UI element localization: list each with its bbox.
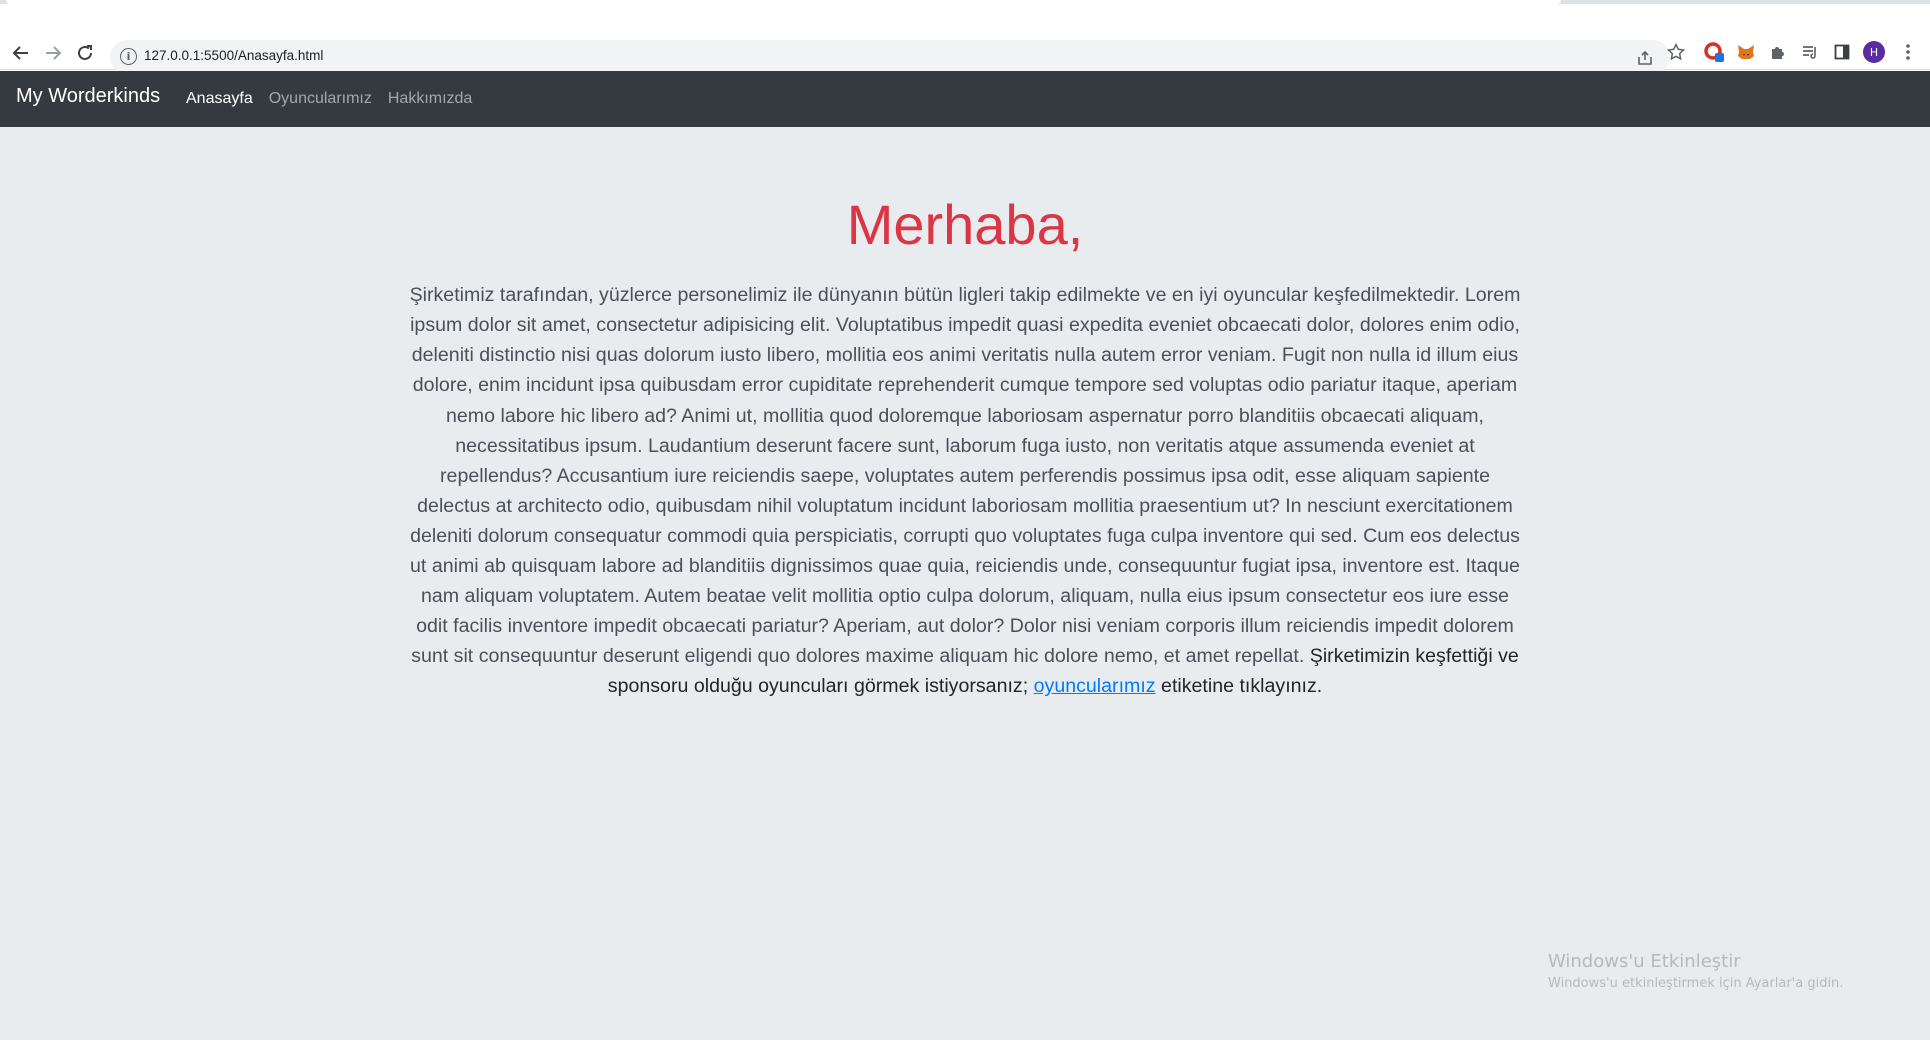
watermark-title: Windows'u Etkinleştir <box>1548 951 1741 972</box>
nav-link-oyuncularimiz[interactable]: Oyuncularımız <box>269 90 372 108</box>
nav-links: Anasayfa Oyuncularımız Hakkımızda <box>186 90 472 108</box>
star-icon[interactable] <box>1664 40 1688 64</box>
url-text[interactable]: 127.0.0.1:5500/Anasayfa.html <box>144 48 323 63</box>
lead-paragraph: Şirketimiz tarafından, yüzlerce personel… <box>405 280 1525 701</box>
kebab-menu-icon[interactable] <box>1896 40 1920 64</box>
red-extension-icon[interactable] <box>1702 40 1726 64</box>
profile-avatar[interactable]: H <box>1862 40 1886 64</box>
reading-list-icon[interactable] <box>1798 40 1822 64</box>
reload-icon[interactable] <box>70 38 100 68</box>
jumbotron: Merhaba, Şirketimiz tarafından, yüzlerce… <box>405 191 1525 702</box>
players-link[interactable]: oyuncularımız <box>1034 675 1156 697</box>
puzzle-icon[interactable] <box>1766 40 1790 64</box>
side-panel-icon[interactable] <box>1830 40 1854 64</box>
address-bar[interactable]: i 127.0.0.1:5500/Anasayfa.html <box>110 40 1670 74</box>
info-icon[interactable]: i <box>120 48 137 65</box>
watermark-subtitle: Windows'u etkinleştirmek için Ayarlar'a … <box>1548 976 1844 991</box>
browser-toolbar: i 127.0.0.1:5500/Anasayfa.html H <box>0 4 1930 74</box>
avatar[interactable]: H <box>1863 41 1885 63</box>
navbar-brand[interactable]: My Worderkinds <box>16 85 160 108</box>
page-body: My Worderkinds Anasayfa Oyuncularımız Ha… <box>0 71 1930 1040</box>
forward-arrow-icon[interactable] <box>38 38 68 68</box>
lead-text: Şirketimiz tarafından, yüzlerce personel… <box>409 284 1521 668</box>
nav-link-anasayfa[interactable]: Anasayfa <box>186 90 253 108</box>
back-arrow-icon[interactable] <box>6 38 36 68</box>
site-navbar: My Worderkinds Anasayfa Oyuncularımız Ha… <box>0 71 1930 127</box>
metamask-fox-icon[interactable] <box>1734 40 1758 64</box>
share-icon[interactable] <box>1634 47 1656 69</box>
windows-activation-watermark: Windows'u Etkinleştir Windows'u etkinleş… <box>1548 951 1843 991</box>
cta-after-text: etiketine tıklayınız. <box>1161 675 1323 698</box>
nav-link-hakkimizda[interactable]: Hakkımızda <box>388 90 472 108</box>
page-heading: Merhaba, <box>846 193 1084 256</box>
